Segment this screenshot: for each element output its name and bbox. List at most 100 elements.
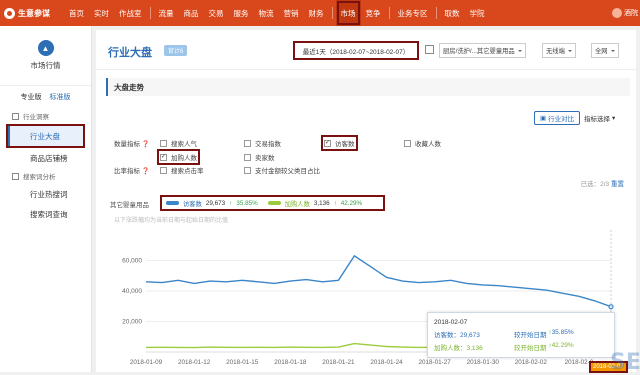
- tooltip-row-visitors: 访客数：29,673 较开始日期 ↑ 35.85%: [434, 329, 574, 339]
- check-icon: ✓: [160, 153, 167, 161]
- nav-realtime[interactable]: 实时: [89, 0, 114, 26]
- legend-swatch-visitors: [166, 201, 179, 205]
- up-arrow-icon: ↑: [333, 199, 337, 207]
- checkbox-box: [244, 153, 251, 161]
- checkbox-visitors[interactable]: ✓ 访客数: [321, 135, 358, 151]
- legend-name-visitors: 访客数: [183, 200, 202, 208]
- page-title: 行业大盘: [108, 47, 152, 59]
- legend-name-cart: 加购人数: [284, 200, 310, 208]
- checkbox-sellers[interactable]: 卖家数: [244, 152, 275, 162]
- version-standard[interactable]: 标准版: [50, 92, 71, 102]
- main-content: 行业大盘 官计6 最近1天（2018-02-07~2018-02-07） 厨房/…: [96, 30, 640, 375]
- sidebar: ▲ 市场行情 专业版 标准版 行业洞察 行业大盘 商品店铺榜 搜索词分析 行业热…: [0, 26, 92, 372]
- checkbox-box: [160, 166, 167, 174]
- sidebar-item-ranking[interactable]: 商品店铺榜: [0, 148, 91, 168]
- category-value: 厨房/洗护/...其它婴童用品: [443, 48, 515, 55]
- check-icon: ✓: [324, 139, 331, 147]
- checkbox-search-ctr[interactable]: 搜索点击率: [160, 165, 204, 175]
- sidebar-group-label: 行业洞察: [23, 114, 49, 121]
- terminal-value: 无线端: [546, 48, 565, 55]
- checkbox-box: [404, 139, 411, 147]
- sidebar-item-industry-overview[interactable]: 行业大盘: [6, 124, 85, 148]
- network-value: 全网: [595, 48, 608, 55]
- sidebar-group-search: 搜索词分析: [0, 168, 91, 184]
- x-tick-label: 2018-01-27: [419, 359, 452, 366]
- nav-data[interactable]: 取数: [440, 0, 465, 26]
- y-tick-label: 20,000: [122, 319, 142, 326]
- chart-icon: ▲: [37, 40, 54, 56]
- nav-market[interactable]: 市场: [335, 0, 361, 26]
- version-switch: 专业版 标准版: [0, 86, 91, 108]
- checkbox-add-to-cart[interactable]: ✓ 加购人数: [157, 149, 200, 165]
- watermark: SEO: [610, 350, 640, 375]
- nav-divider: [388, 7, 390, 19]
- legend-value-cart: 3,136: [313, 199, 330, 207]
- nav-home[interactable]: 首页: [64, 0, 89, 26]
- nav-service[interactable]: 服务: [229, 0, 254, 26]
- x-tick-label: 2018-01-15: [226, 359, 259, 366]
- checkbox-payment-ratio[interactable]: 支付金额较父类目占比: [244, 165, 320, 175]
- folder-icon: [12, 112, 19, 120]
- x-tick-label: 2018-01-09: [130, 359, 163, 366]
- nav-divider: [435, 7, 437, 19]
- nav-trade[interactable]: 交易: [204, 0, 229, 26]
- up-arrow-icon: ↑: [229, 199, 233, 207]
- top-nav: 生意参谋 首页 实时 作战室 流量 商品 交易 服务 物流 营销 财务 市场 竞…: [0, 0, 640, 26]
- compare-label: 行业对比: [548, 116, 575, 123]
- x-tick-label: 2018-01-30: [467, 359, 500, 366]
- x-tick-label: 2018-02-0: [565, 359, 594, 366]
- category-select[interactable]: 厨房/洗护/...其它婴童用品: [439, 43, 526, 58]
- logo-text: 生意参谋: [18, 8, 50, 18]
- tooltip-row-cart: 加购人数：3,136 较开始日期 ↑ 42.29%: [434, 342, 574, 352]
- checkbox-box: [244, 139, 251, 147]
- nav-warroom[interactable]: 作战室: [114, 0, 147, 26]
- nav-marketing[interactable]: 营销: [279, 0, 304, 26]
- nav-traffic[interactable]: 流量: [154, 0, 179, 26]
- section-title: 大盘走势: [106, 78, 630, 96]
- nav-competition[interactable]: 竞争: [361, 0, 386, 26]
- nav-logistics[interactable]: 物流: [254, 0, 279, 26]
- version-pro[interactable]: 专业版: [21, 92, 42, 102]
- nav-business-zone[interactable]: 业务专区: [393, 0, 433, 26]
- logo[interactable]: 生意参谋: [0, 7, 64, 19]
- date-range-picker[interactable]: 最近1天（2018-02-07~2018-02-07）: [293, 41, 419, 60]
- checkbox-favorites[interactable]: 收藏人数: [404, 138, 441, 148]
- sidebar-group-label: 搜索词分析: [23, 174, 56, 181]
- terminal-select[interactable]: 无线端: [542, 43, 576, 58]
- industry-compare-button[interactable]: ▣ 行业对比: [534, 111, 581, 125]
- sidebar-item-hot-words[interactable]: 行业热搜词: [0, 184, 91, 204]
- y-tick-label: 60,000: [122, 258, 142, 265]
- chart-legend: 访客数 29,673 ↑ 35.85% 加购人数 3,136 ↑ 42.29%: [160, 195, 385, 211]
- calendar-icon[interactable]: [425, 45, 434, 54]
- help-icon: ❓: [141, 141, 150, 148]
- compare-icon: ▣: [540, 115, 547, 122]
- nav-finance[interactable]: 财务: [304, 0, 329, 26]
- checkbox-box: [160, 139, 167, 147]
- sidebar-item-word-query[interactable]: 搜索词查询: [0, 204, 91, 224]
- sidebar-group-industry: 行业洞察: [0, 108, 91, 124]
- network-select[interactable]: 全网: [591, 43, 619, 58]
- sidebar-title: 市场行情: [30, 61, 61, 70]
- quantity-metrics-label: 数量指标 ❓: [114, 141, 150, 148]
- nav-products[interactable]: 商品: [179, 0, 204, 26]
- x-tick-label: 2018-01-12: [178, 359, 211, 366]
- user-menu[interactable]: 酒院: [612, 8, 640, 18]
- ratio-metrics-label: 比率指标 ❓: [114, 168, 150, 175]
- x-tick-label: 2018-01-21: [322, 359, 355, 366]
- legend-change-cart: 42.29%: [340, 199, 363, 207]
- legend-change-visitors: 35.85%: [236, 199, 258, 207]
- checkbox-search-popularity[interactable]: 搜索人气: [160, 138, 197, 148]
- x-tick-label: 2018-01-24: [370, 359, 403, 366]
- y-tick-label: 40,000: [122, 288, 142, 295]
- x-tick-label: 2018-01-18: [274, 359, 307, 366]
- reset-link[interactable]: 重置: [611, 181, 624, 188]
- legend-swatch-cart: [267, 201, 281, 205]
- metric-select-button[interactable]: 指标选择 ▾: [584, 111, 615, 125]
- sidebar-header[interactable]: ▲ 市场行情: [0, 26, 91, 86]
- nav-academy[interactable]: 学院: [465, 0, 490, 26]
- legend-value-visitors: 29,673: [205, 199, 226, 207]
- user-name: 酒院: [624, 10, 638, 17]
- chevron-down-icon: ▾: [612, 115, 616, 122]
- checkbox-trade-index[interactable]: 交易指数: [244, 138, 281, 148]
- search-icon: [12, 172, 19, 180]
